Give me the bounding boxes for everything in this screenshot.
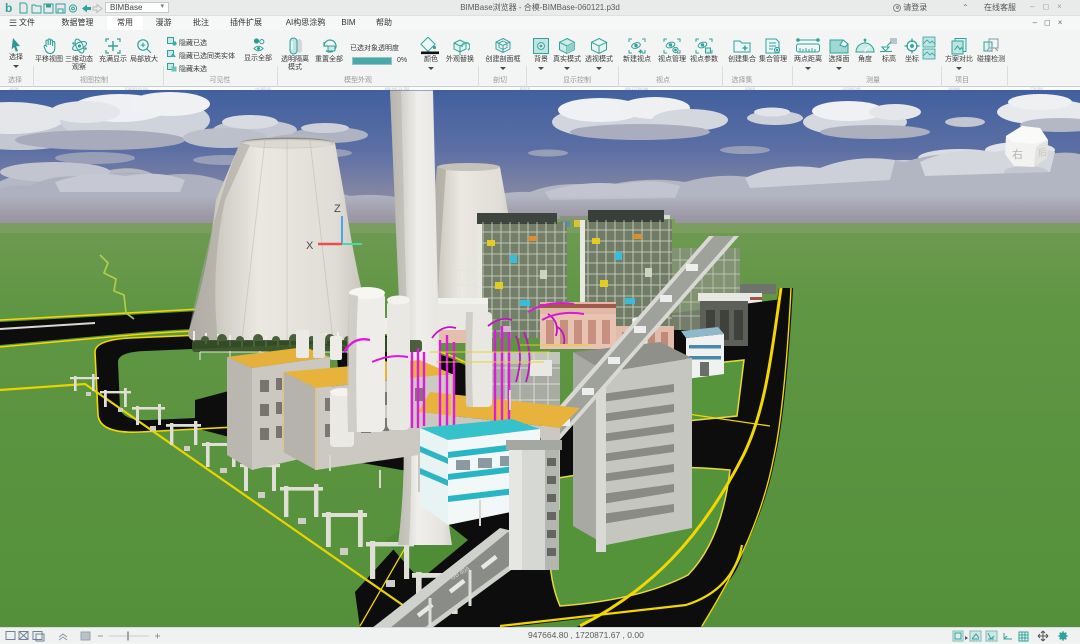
svg-text:X: X <box>306 240 314 252</box>
svg-text:后: 后 <box>1037 147 1047 158</box>
svg-text:右: 右 <box>1012 147 1023 161</box>
svg-text:b: b <box>5 1 12 15</box>
svg-text:Z: Z <box>334 203 341 215</box>
